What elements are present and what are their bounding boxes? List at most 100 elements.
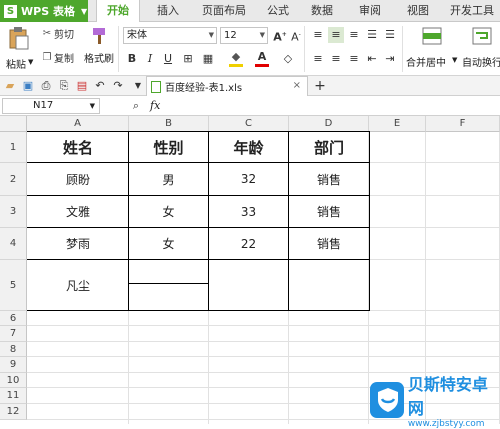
formula-input[interactable] <box>172 98 498 114</box>
bold-button[interactable]: B <box>124 51 140 67</box>
align-bottom-icon[interactable]: ≡ <box>346 27 362 43</box>
justify-icon[interactable]: ☰ <box>364 27 380 43</box>
indent-increase-icon[interactable]: ⇥ <box>382 51 398 67</box>
borders-icon[interactable]: ⊞ <box>180 51 196 67</box>
fx-icon[interactable]: fx <box>150 99 160 112</box>
row-header-8[interactable]: 8 <box>0 342 27 357</box>
tab-page-layout[interactable]: 页面布局 <box>196 0 252 22</box>
chevron-down-icon[interactable]: ▼ <box>130 78 146 94</box>
cell-a4[interactable]: 梦雨 <box>28 228 128 259</box>
cell-d2[interactable]: 销售 <box>289 163 369 195</box>
row-header-12[interactable]: 12 <box>0 404 27 420</box>
open-folder-icon[interactable]: ▰ <box>2 78 18 94</box>
increase-font-icon[interactable]: A+ <box>272 27 288 44</box>
row-header-1[interactable]: 1 <box>0 132 27 163</box>
copy-button[interactable]: ❐ 复制 <box>40 50 74 65</box>
wrap-text-button[interactable]: 自动换行 <box>460 26 500 72</box>
row-header-3[interactable]: 3 <box>0 196 27 228</box>
save-icon[interactable]: ▣ <box>20 78 36 94</box>
cell-d4[interactable]: 销售 <box>289 228 369 259</box>
close-icon[interactable]: × <box>293 80 301 91</box>
eraser-icon[interactable]: ◇ <box>280 51 296 67</box>
watermark: 贝斯特安卓网 www.zjbstyy.com <box>370 375 498 429</box>
underline-button[interactable]: U <box>160 51 176 67</box>
print-icon[interactable]: ⎘ <box>56 78 72 94</box>
export-pdf-icon[interactable]: ▤ <box>74 78 90 94</box>
tab-formulas[interactable]: 公式 <box>258 0 298 22</box>
tab-review[interactable]: 审阅 <box>350 0 390 22</box>
cell-border-icon[interactable]: ▦ <box>200 51 216 67</box>
paste-button[interactable]: 粘贴 ▼ <box>4 26 34 72</box>
cell-b2[interactable]: 男 <box>129 163 208 195</box>
cell-a5[interactable]: 凡尘 <box>28 260 128 310</box>
align-middle-icon[interactable]: ≡ <box>328 27 344 43</box>
undo-icon[interactable]: ↶ <box>92 78 108 94</box>
row-header-10[interactable]: 10 <box>0 373 27 388</box>
zoom-search-icon[interactable]: ⌕ <box>128 98 144 114</box>
distribute-icon[interactable]: ☰ <box>382 27 398 43</box>
cell-c2[interactable]: 32 <box>209 163 288 195</box>
column-header-c[interactable]: C <box>209 116 289 132</box>
cell-c1[interactable]: 年龄 <box>209 132 288 162</box>
tab-data[interactable]: 数据 <box>302 0 342 22</box>
gridline <box>27 356 500 357</box>
tab-developer[interactable]: 开发工具 <box>444 0 500 22</box>
cell-a1[interactable]: 姓名 <box>28 132 128 162</box>
cell-d1[interactable]: 部门 <box>289 132 369 162</box>
name-box[interactable]: N17 ▼ <box>2 98 100 114</box>
cell-a2[interactable]: 顾盼 <box>28 163 128 195</box>
row-header-6[interactable]: 6 <box>0 311 27 326</box>
row-header-5[interactable]: 5 <box>0 260 27 311</box>
menu-bar: S WPS 表格 ▼ 开始 插入 页面布局 公式 数据 审阅 视图 开发工具 <box>0 0 500 23</box>
cut-button[interactable]: ✂ 剪切 <box>40 26 74 41</box>
row-header-11[interactable]: 11 <box>0 388 27 404</box>
shield-logo-icon <box>370 382 404 418</box>
font-color-icon[interactable]: A <box>254 51 270 67</box>
wrap-text-icon <box>472 27 492 45</box>
chevron-down-icon: ▼ <box>259 31 265 39</box>
column-header-d[interactable]: D <box>289 116 369 132</box>
tab-insert[interactable]: 插入 <box>148 0 188 22</box>
merge-center-button[interactable]: 合并居中 ▼ <box>406 26 458 72</box>
tab-home[interactable]: 开始 <box>96 0 140 23</box>
cell-b1[interactable]: 性别 <box>129 132 208 162</box>
column-header-a[interactable]: A <box>27 116 129 132</box>
tab-view[interactable]: 视图 <box>398 0 438 22</box>
row-header-9[interactable]: 9 <box>0 357 27 373</box>
select-all-corner[interactable] <box>0 116 27 132</box>
divider <box>402 26 403 72</box>
cell-b4[interactable]: 女 <box>129 228 208 259</box>
merge-label: 合并居中 <box>406 58 446 69</box>
fill-color-icon[interactable]: ◆ <box>228 51 244 67</box>
print-preview-icon[interactable]: ⎙ <box>38 78 54 94</box>
chevron-down-icon: ▼ <box>89 102 95 110</box>
cell-c4[interactable]: 22 <box>209 228 288 259</box>
cell-a3[interactable]: 文雅 <box>28 196 128 227</box>
align-right-icon[interactable]: ≡ <box>346 51 362 67</box>
column-header-f[interactable]: F <box>426 116 500 132</box>
chevron-down-icon: ▼ <box>208 31 214 39</box>
paintbrush-icon <box>93 28 105 44</box>
italic-button[interactable]: I <box>142 51 158 67</box>
cell-b3[interactable]: 女 <box>129 196 208 227</box>
document-tab[interactable]: 百度经验-表1.xls × <box>146 76 308 96</box>
cell-c3[interactable]: 33 <box>209 196 288 227</box>
row-header-7[interactable]: 7 <box>0 326 27 342</box>
paste-label: 粘贴 <box>6 60 26 71</box>
font-size-select[interactable]: 12 ▼ <box>220 27 268 44</box>
column-header-b[interactable]: B <box>129 116 209 132</box>
align-left-icon[interactable]: ≡ <box>310 51 326 67</box>
redo-icon[interactable]: ↷ <box>110 78 126 94</box>
align-center-icon[interactable]: ≡ <box>328 51 344 67</box>
row-header-4[interactable]: 4 <box>0 228 27 260</box>
align-top-icon[interactable]: ≡ <box>310 27 326 43</box>
format-painter-button[interactable]: 格式刷 <box>84 26 116 72</box>
row-header-2[interactable]: 2 <box>0 163 27 196</box>
font-name-select[interactable]: 宋体 ▼ <box>123 27 217 44</box>
decrease-font-icon[interactable]: A- <box>288 27 304 44</box>
indent-decrease-icon[interactable]: ⇤ <box>364 51 380 67</box>
new-tab-icon[interactable]: + <box>312 78 328 94</box>
cell-d3[interactable]: 销售 <box>289 196 369 227</box>
app-menu-button[interactable]: S WPS 表格 ▼ <box>0 0 88 22</box>
column-header-e[interactable]: E <box>369 116 426 132</box>
